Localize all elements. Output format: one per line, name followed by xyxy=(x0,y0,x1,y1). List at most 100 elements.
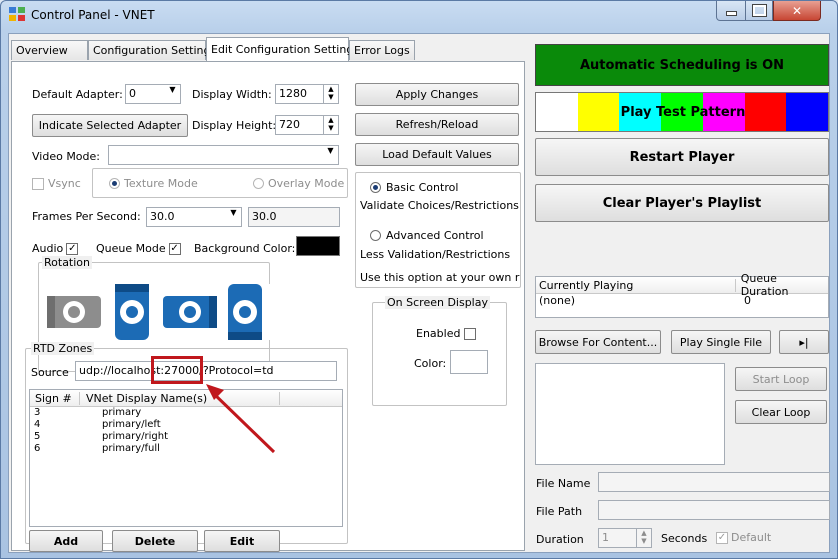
rtd-source-input[interactable]: udp://localhost:27000/?Protocol=td xyxy=(75,361,337,381)
control-mode-group: Basic Control Validate Choices/Restricti… xyxy=(355,172,521,288)
default-checkbox[interactable]: ✓ Default xyxy=(716,531,771,544)
advanced-control-radio[interactable]: Advanced Control xyxy=(370,229,484,242)
browse-content-button[interactable]: Browse For Content... xyxy=(535,330,661,354)
start-loop-button[interactable]: Start Loop xyxy=(735,367,827,391)
table-row[interactable]: 5 primary/right xyxy=(30,431,342,443)
loop-playlist[interactable] xyxy=(535,363,725,465)
annotation-arrow-icon xyxy=(206,384,276,454)
seconds-label: Seconds xyxy=(661,532,708,545)
basic-control-desc: Validate Choices/Restrictions xyxy=(360,199,519,212)
rtd-rows: 3 primary 4 primary/left 5 primary/right 6 prim… xyxy=(30,407,342,455)
fps-value: 30.0 xyxy=(150,210,175,223)
clear-loop-button[interactable]: Clear Loop xyxy=(735,400,827,424)
maximize-button[interactable] xyxy=(746,1,773,21)
window-title: Control Panel - VNET xyxy=(31,8,155,22)
sign-number-cell: 3 xyxy=(34,407,41,418)
test-pattern-button[interactable]: Play Test Pattern xyxy=(535,92,829,132)
overlay-mode-radio[interactable]: Overlay Mode xyxy=(253,177,344,190)
tab-label: Overview xyxy=(16,44,68,57)
minimize-button[interactable] xyxy=(716,1,746,21)
sign-number-cell: 4 xyxy=(34,419,41,430)
tab-error-logs[interactable]: Error Logs xyxy=(349,40,415,60)
default-adapter-value: 0 xyxy=(129,87,136,100)
edit-button[interactable]: Edit xyxy=(204,530,280,552)
display-height-value: 720 xyxy=(279,118,300,131)
scheduling-status-text: Automatic Scheduling is ON xyxy=(579,57,785,73)
column-header[interactable]: Sign # xyxy=(30,391,80,405)
edit-settings-panel: Default Adapter: 0 ▼ Display Width: 1280… xyxy=(11,61,525,552)
queue-mode-checkbox[interactable]: Queue Mode ✓ xyxy=(96,242,181,255)
render-mode-group: Texture Mode Overlay Mode xyxy=(92,168,348,198)
app-icon xyxy=(9,7,25,21)
display-name-cell: primary xyxy=(102,407,142,418)
rotation-180-icon[interactable] xyxy=(163,284,217,340)
next-button[interactable]: ▸| xyxy=(779,330,829,354)
close-icon: ✕ xyxy=(791,3,803,18)
column-header[interactable]: Currently Playing xyxy=(536,278,736,292)
radio-selected-icon xyxy=(109,178,120,189)
restart-player-button[interactable]: Restart Player xyxy=(535,138,829,176)
sign-number-cell: 5 xyxy=(34,431,41,442)
default-adapter-select[interactable]: 0 ▼ xyxy=(125,84,181,104)
load-default-values-button[interactable]: Load Default Values xyxy=(355,143,519,166)
refresh-reload-button[interactable]: Refresh/Reload xyxy=(355,113,519,136)
play-single-file-button[interactable]: Play Single File xyxy=(671,330,771,354)
display-height-stepper[interactable]: 720 ▲ ▼ xyxy=(275,115,339,135)
tab-configuration-settings[interactable]: Configuration Settings xyxy=(88,40,216,60)
vsync-checkbox[interactable]: Vsync xyxy=(32,177,81,190)
default-adapter-label: Default Adapter: xyxy=(32,88,123,101)
duration-stepper[interactable]: 1 ▲ ▼ xyxy=(598,528,652,548)
advanced-control-label: Advanced Control xyxy=(386,229,484,242)
vsync-label: Vsync xyxy=(48,177,81,190)
table-row[interactable]: 6 primary/full xyxy=(30,443,342,455)
table-row[interactable]: 3 primary xyxy=(30,407,342,419)
spin-arrows-icon: ▲ ▼ xyxy=(323,116,338,134)
fps-readout: 30.0 xyxy=(248,207,340,227)
osd-enabled-checkbox[interactable]: Enabled xyxy=(416,327,477,340)
table-row[interactable]: 4 primary/left xyxy=(30,419,342,431)
rtd-zones-title: RTD Zones xyxy=(31,342,95,355)
tab-overview[interactable]: Overview xyxy=(11,40,88,60)
display-width-stepper[interactable]: 1280 ▲ ▼ xyxy=(275,84,339,104)
rtd-source-label: Source xyxy=(31,366,69,379)
osd-color-swatch[interactable] xyxy=(450,350,488,374)
rotation-270-icon[interactable] xyxy=(218,284,272,340)
maximize-icon xyxy=(751,4,767,17)
chevron-down-icon: ▼ xyxy=(169,85,176,94)
file-name-label: File Name xyxy=(536,477,591,490)
audio-checkbox[interactable]: Audio ✓ xyxy=(32,242,79,255)
now-playing-list[interactable]: Currently Playing Queue Duration (none) … xyxy=(535,272,829,318)
background-color-swatch[interactable] xyxy=(296,236,340,256)
overlay-mode-label: Overlay Mode xyxy=(268,177,345,190)
highlight-box xyxy=(151,356,203,384)
video-mode-label: Video Mode: xyxy=(32,150,100,163)
video-mode-value xyxy=(109,146,323,164)
rotation-90-icon[interactable] xyxy=(105,284,159,340)
fps-select[interactable]: 30.0 ▼ xyxy=(146,207,242,227)
rtd-source-value: udp://localhost:27000/?Protocol=td xyxy=(79,364,274,377)
clear-playlist-button[interactable]: Clear Player's Playlist xyxy=(535,184,829,222)
delete-button[interactable]: Delete xyxy=(112,530,198,552)
video-mode-select[interactable]: ▼ xyxy=(108,145,339,165)
tab-edit-configuration-settings[interactable]: Edit Configuration Settings xyxy=(206,37,359,61)
rotation-0-icon[interactable] xyxy=(47,284,101,340)
queue-mode-label: Queue Mode xyxy=(96,242,166,255)
radio-icon xyxy=(370,230,381,241)
spin-arrows-icon: ▲ ▼ xyxy=(636,529,651,547)
rtd-zones-list[interactable]: Sign # VNet Display Name(s) 3 primary 4 pri… xyxy=(29,389,343,527)
radio-icon xyxy=(253,178,264,189)
add-button[interactable]: Add xyxy=(29,530,103,552)
texture-mode-label: Texture Mode xyxy=(124,177,198,190)
advanced-control-desc: Less Validation/Restrictions xyxy=(360,248,511,261)
indicate-selected-adapter-button[interactable]: Indicate Selected Adapter xyxy=(32,114,188,137)
basic-control-radio[interactable]: Basic Control xyxy=(370,181,458,194)
close-button[interactable]: ✕ xyxy=(773,1,821,21)
sign-number-cell: 6 xyxy=(34,443,41,454)
chevron-down-icon: ▼ xyxy=(230,208,237,217)
apply-changes-button[interactable]: Apply Changes xyxy=(355,83,519,106)
tab-label: Configuration Settings xyxy=(93,44,217,57)
check-icon: ✓ xyxy=(66,242,79,255)
display-name-cell: primary/full xyxy=(102,443,160,454)
display-height-label: Display Height: xyxy=(192,119,277,132)
texture-mode-radio[interactable]: Texture Mode xyxy=(109,177,198,190)
